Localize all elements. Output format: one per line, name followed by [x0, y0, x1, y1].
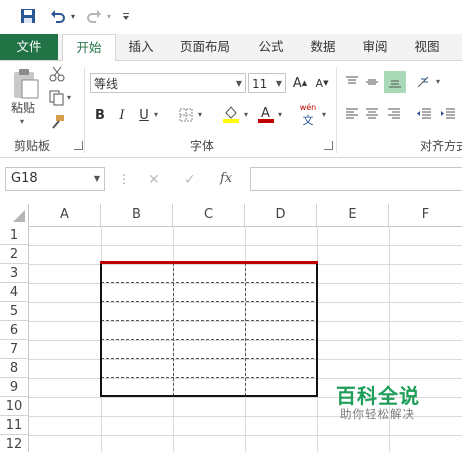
watermark-subtitle: 助你轻松解决 — [340, 407, 415, 421]
watermark-title: 百科全说 — [336, 384, 420, 408]
